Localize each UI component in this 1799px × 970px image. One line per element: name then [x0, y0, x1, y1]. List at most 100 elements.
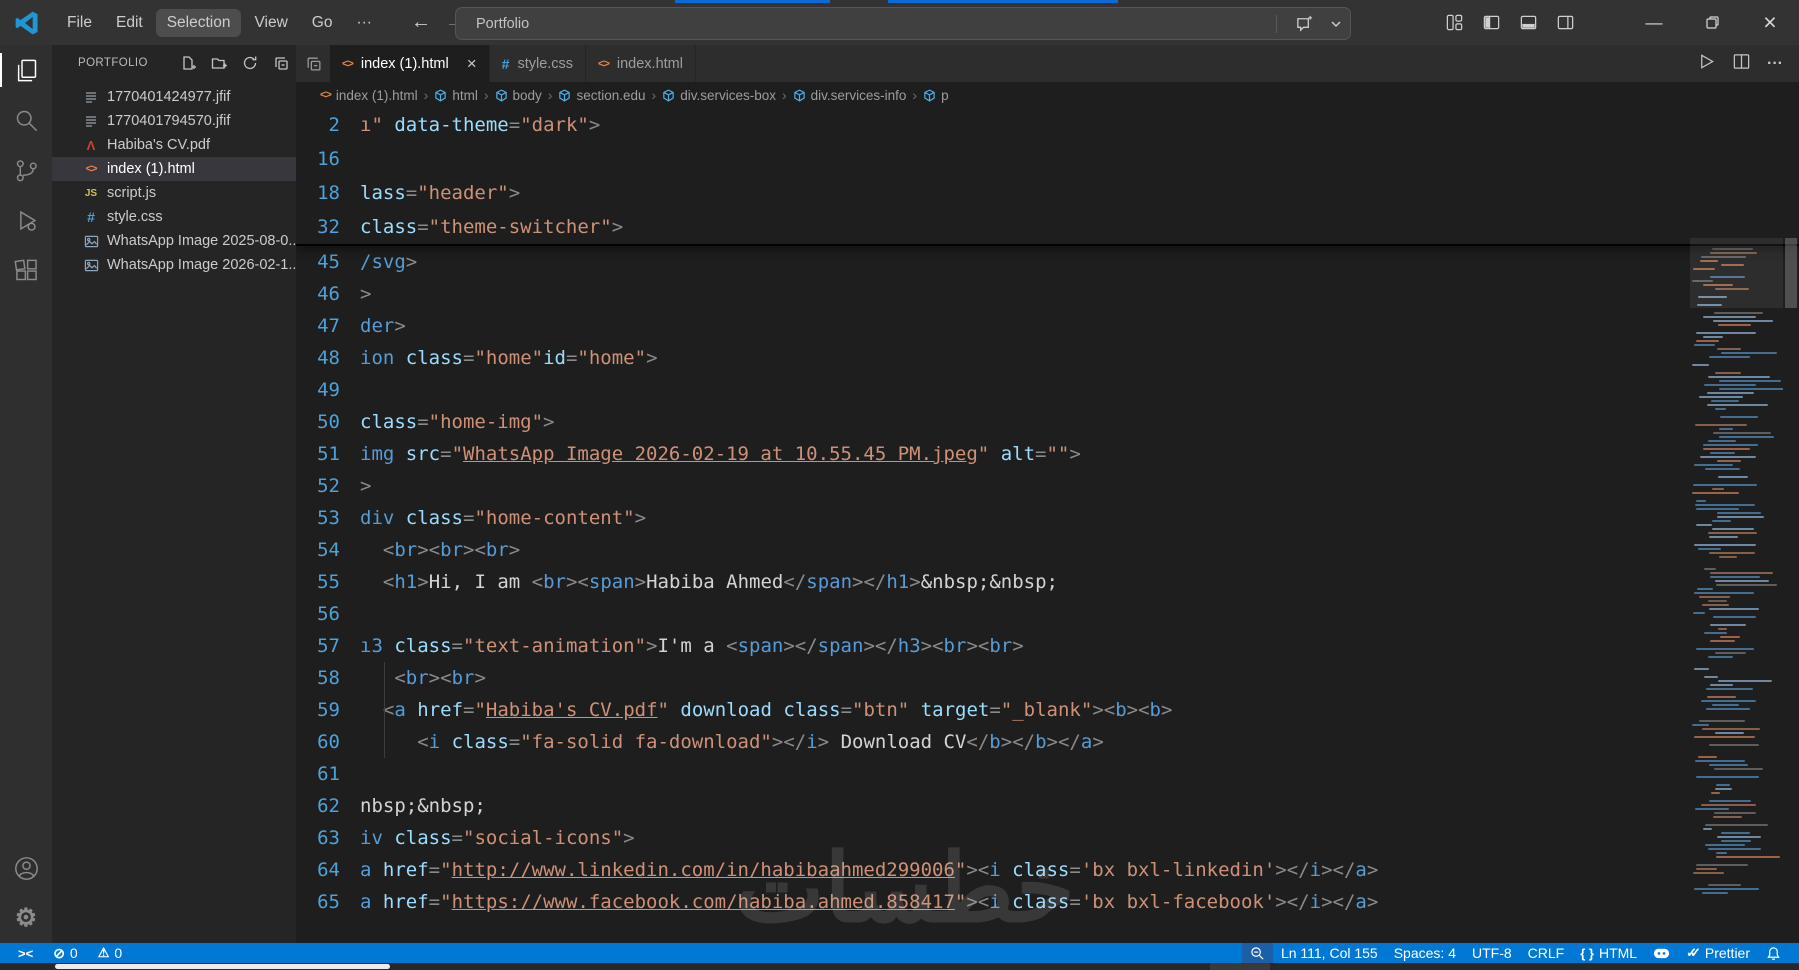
- split-editor-icon[interactable]: [1732, 52, 1751, 76]
- breadcrumb-item[interactable]: <> index (1).html: [320, 88, 418, 103]
- code-line[interactable]: 32 class="theme-switcher">: [296, 210, 1799, 244]
- more-actions-icon[interactable]: ···: [1767, 55, 1783, 73]
- code-line[interactable]: 53 div class="home-content">: [296, 502, 1799, 534]
- activity-extensions[interactable]: [0, 245, 52, 295]
- file-item[interactable]: JS script.js: [52, 181, 296, 205]
- scrollbar-thumb[interactable]: [1785, 238, 1797, 308]
- command-center[interactable]: Portfolio: [455, 7, 1351, 40]
- minimize-icon[interactable]: —: [1625, 0, 1683, 45]
- menu-view[interactable]: View: [243, 9, 298, 37]
- breadcrumb-item[interactable]: section.edu: [558, 88, 646, 103]
- code-line[interactable]: 47 der>: [296, 310, 1799, 342]
- code-line[interactable]: 50 class="home-img">: [296, 406, 1799, 438]
- code-line[interactable]: 57 ı3 class="text-animation">I'm a <span>…: [296, 630, 1799, 662]
- file-item[interactable]: WhatsApp Image 2025-08-0...: [52, 229, 300, 253]
- code-line[interactable]: 56: [296, 598, 1799, 630]
- code-line[interactable]: 16: [296, 142, 1799, 176]
- toggle-sidebar-icon[interactable]: [1477, 9, 1505, 37]
- activity-source-control[interactable]: [0, 145, 52, 195]
- menu-selection[interactable]: Selection: [155, 8, 242, 37]
- file-item[interactable]: Λ Habiba's CV.pdf: [52, 133, 296, 157]
- status-zoom-out[interactable]: [1241, 943, 1273, 963]
- file-item[interactable]: WhatsApp Image 2026-02-1...: [52, 253, 300, 277]
- breadcrumb-item[interactable]: html: [434, 88, 478, 103]
- toggle-secondary-sidebar-icon[interactable]: [1551, 9, 1579, 37]
- status-remote[interactable]: ><: [10, 943, 41, 963]
- file-item[interactable]: 1770401424977.jfif: [52, 85, 296, 109]
- code-line[interactable]: 18 lass="header">: [296, 176, 1799, 210]
- customize-layout-icon[interactable]: [1440, 9, 1468, 37]
- breadcrumb-separator: ›: [651, 87, 657, 103]
- code-line[interactable]: 46 >: [296, 278, 1799, 310]
- code-line[interactable]: 45/svg>: [296, 246, 1799, 278]
- code-line[interactable]: 49: [296, 374, 1799, 406]
- code-line[interactable]: 51 img src="WhatsApp Image 2026-02-19 at …: [296, 438, 1799, 470]
- restore-icon[interactable]: [1683, 0, 1741, 45]
- status-braces[interactable]: { } HTML: [1572, 943, 1645, 963]
- code-line[interactable]: 62 nbsp;&nbsp;: [296, 790, 1799, 822]
- breadcrumb-separator: ›: [912, 87, 918, 103]
- code-line[interactable]: 65 a href="https://www.facebook.com/habib…: [296, 886, 1799, 918]
- status-warning[interactable]: ⚠ 0: [90, 943, 130, 963]
- code-line[interactable]: 64 a href="http://www.linkedin.com/in/hab…: [296, 854, 1799, 886]
- chevron-down-icon[interactable]: [1322, 18, 1350, 30]
- tab-close-icon[interactable]: ×: [467, 54, 477, 74]
- code-line[interactable]: 48 ion class="home"id="home">: [296, 342, 1799, 374]
- toggle-panel-icon[interactable]: [1514, 9, 1542, 37]
- status-utf-8[interactable]: UTF-8: [1464, 943, 1520, 963]
- status-double-check[interactable]: ✓✓ Prettier: [1678, 943, 1758, 963]
- menu-go[interactable]: Go: [301, 9, 344, 37]
- status-spaces-4[interactable]: Spaces: 4: [1386, 943, 1464, 963]
- status-ln-111-col-155[interactable]: Ln 111, Col 155: [1273, 943, 1386, 963]
- nav-back-icon[interactable]: ←: [411, 11, 431, 34]
- js-file-icon: JS: [84, 187, 98, 199]
- tab-style-css[interactable]: # style.css: [490, 45, 587, 82]
- minimap-slider[interactable]: [1690, 238, 1783, 308]
- close-icon[interactable]: ×: [1741, 0, 1799, 45]
- error-icon: ⊘: [53, 944, 65, 961]
- code-line[interactable]: 59 <a href="Habiba's CV.pdf" download cl…: [296, 694, 1799, 726]
- activity-explorer[interactable]: [0, 45, 52, 95]
- breadcrumb-item[interactable]: div.services-info: [793, 88, 906, 103]
- run-icon[interactable]: [1697, 52, 1716, 76]
- code-line[interactable]: 52 >: [296, 470, 1799, 502]
- code-line[interactable]: 63 iv class="social-icons">: [296, 822, 1799, 854]
- tab-index-1-html[interactable]: <> index (1).html ×: [330, 45, 490, 82]
- toggle-panel-icon: [1519, 13, 1538, 32]
- code-line[interactable]: 61: [296, 758, 1799, 790]
- breadcrumb-item[interactable]: p: [923, 88, 949, 103]
- code-text: ı" data-theme="dark">: [360, 114, 601, 136]
- collapse-all-icon[interactable]: [270, 52, 292, 74]
- code-line[interactable]: 55 <h1>Hi, I am <br><span>Habiba Ahmed</…: [296, 566, 1799, 598]
- menu-[interactable]: ···: [345, 9, 383, 37]
- code-line[interactable]: 60 <i class="fa-solid fa-download"></i> …: [296, 726, 1799, 758]
- breadcrumb-item[interactable]: div.services-box: [662, 88, 776, 103]
- bell-icon: [1766, 946, 1781, 961]
- file-item[interactable]: # style.css: [52, 205, 296, 229]
- code-line[interactable]: 2 ı" data-theme="dark">: [296, 108, 1799, 142]
- activity-run-and-debug[interactable]: [0, 195, 52, 245]
- copilot-chat-icon[interactable]: [1287, 14, 1322, 33]
- activity-search[interactable]: [0, 95, 52, 145]
- code-text: iv class="social-icons">: [360, 827, 635, 849]
- status-error[interactable]: ⊘ 0: [45, 943, 86, 963]
- status-crlf[interactable]: CRLF: [1520, 943, 1573, 963]
- refresh-icon[interactable]: [239, 52, 261, 74]
- tab-index-html[interactable]: <> index.html: [586, 45, 696, 82]
- file-item[interactable]: <> index (1).html: [52, 157, 296, 181]
- new-file-icon[interactable]: [177, 52, 199, 74]
- menu-file[interactable]: File: [56, 9, 103, 37]
- scrollbar[interactable]: [1783, 108, 1799, 943]
- menu-edit[interactable]: Edit: [105, 9, 154, 37]
- breadcrumb-item[interactable]: body: [495, 88, 542, 103]
- collapse-all-editors-icon[interactable]: [296, 45, 330, 82]
- code-line[interactable]: 58 <br><br>: [296, 662, 1799, 694]
- activity-settings[interactable]: ⚙: [0, 893, 52, 943]
- status-bell[interactable]: [1758, 943, 1789, 963]
- file-item[interactable]: 1770401794570.jfif: [52, 109, 296, 133]
- activity-accounts[interactable]: [0, 843, 52, 893]
- code-editor[interactable]: 2 ı" data-theme="dark"> 16 18 lass="header">…: [296, 108, 1799, 943]
- status-copilot-face[interactable]: [1645, 943, 1678, 963]
- new-folder-icon[interactable]: [208, 52, 230, 74]
- code-line[interactable]: 54 <br><br><br>: [296, 534, 1799, 566]
